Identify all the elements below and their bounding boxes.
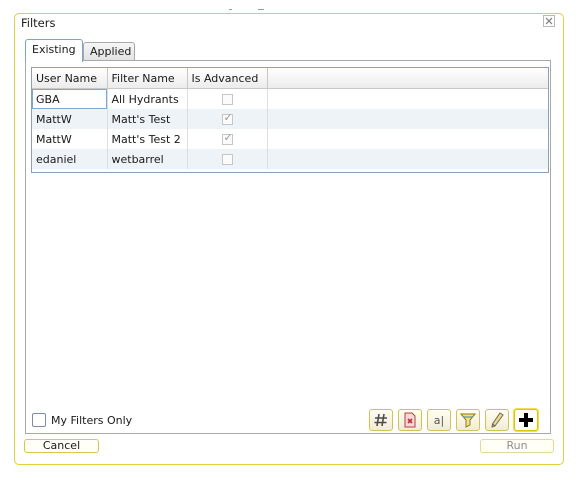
funnel-icon [460,413,476,428]
cell-is-advanced [187,88,268,109]
column-header-filler [267,68,548,89]
filters-dialog: Filters Existing Applied User Name Filte… [14,13,564,465]
column-header-user-name[interactable]: User Name [32,68,108,89]
my-filters-only-label: My Filters Only [51,413,133,427]
filters-grid: User Name Filter Name Is Advanced GBA Al… [31,67,549,173]
cell-filler [267,129,548,149]
cell-user-name[interactable]: edaniel [32,149,108,169]
cell-filter-name[interactable]: Matt's Test [107,109,188,129]
cell-is-advanced: ✓ [187,109,268,129]
plus-icon [519,413,533,427]
my-filters-only-option[interactable]: My Filters Only [32,413,132,427]
tab-existing[interactable]: Existing [25,39,83,62]
pencil-icon [491,412,504,428]
check-icon: ✓ [223,111,233,124]
hash-button[interactable] [369,409,393,431]
cell-filter-name[interactable]: All Hydrants [107,88,188,109]
dialog-title: Filters [21,16,56,30]
rename-button[interactable]: a| [427,409,451,431]
cell-is-advanced: ✓ [187,129,268,149]
column-header-filter-name[interactable]: Filter Name [107,68,188,89]
tab-existing-label: Existing [32,43,76,56]
check-icon: ✓ [223,131,233,144]
is-advanced-checkbox: ✓ [221,111,233,125]
close-icon[interactable] [543,15,555,27]
table-row[interactable]: GBA All Hydrants [32,88,548,110]
cell-user-name[interactable]: MattW [32,129,108,149]
cell-filler [267,109,548,129]
tab-applied[interactable]: Applied [83,42,135,60]
hash-icon [374,413,387,427]
cell-user-name[interactable]: MattW [32,109,108,129]
table-row[interactable]: MattW Matt's Test ✓ [32,109,548,129]
run-button[interactable]: Run [480,439,554,453]
column-header-is-advanced[interactable]: Is Advanced [187,68,268,89]
cell-is-advanced [187,149,268,169]
is-advanced-checkbox [221,94,233,105]
table-row[interactable]: MattW Matt's Test 2 ✓ [32,129,548,149]
stray-mark-left [229,9,232,10]
cell-filler [267,89,548,110]
is-advanced-checkbox [221,154,233,165]
delete-filter-button[interactable] [398,409,422,431]
grid-header-row: User Name Filter Name Is Advanced [32,68,548,89]
cell-filler [267,149,548,169]
tab-applied-label: Applied [90,45,132,58]
filter-button[interactable] [456,409,480,431]
edit-filter-button[interactable] [485,409,509,431]
delete-document-icon [404,412,416,428]
add-filter-button[interactable] [514,409,538,431]
cell-filter-name[interactable]: Matt's Test 2 [107,129,188,149]
stray-mark-right [258,9,264,10]
my-filters-only-checkbox[interactable] [32,413,46,427]
cell-user-name[interactable]: GBA [32,88,108,109]
existing-filters-panel: User Name Filter Name Is Advanced GBA Al… [25,60,551,434]
table-row[interactable]: edaniel wetbarrel [32,149,548,169]
text-cursor-icon: a| [433,413,445,427]
cancel-button[interactable]: Cancel [24,439,99,453]
is-advanced-checkbox: ✓ [221,131,233,145]
cell-filter-name[interactable]: wetbarrel [107,149,188,169]
filter-toolbar: a| [369,409,538,431]
